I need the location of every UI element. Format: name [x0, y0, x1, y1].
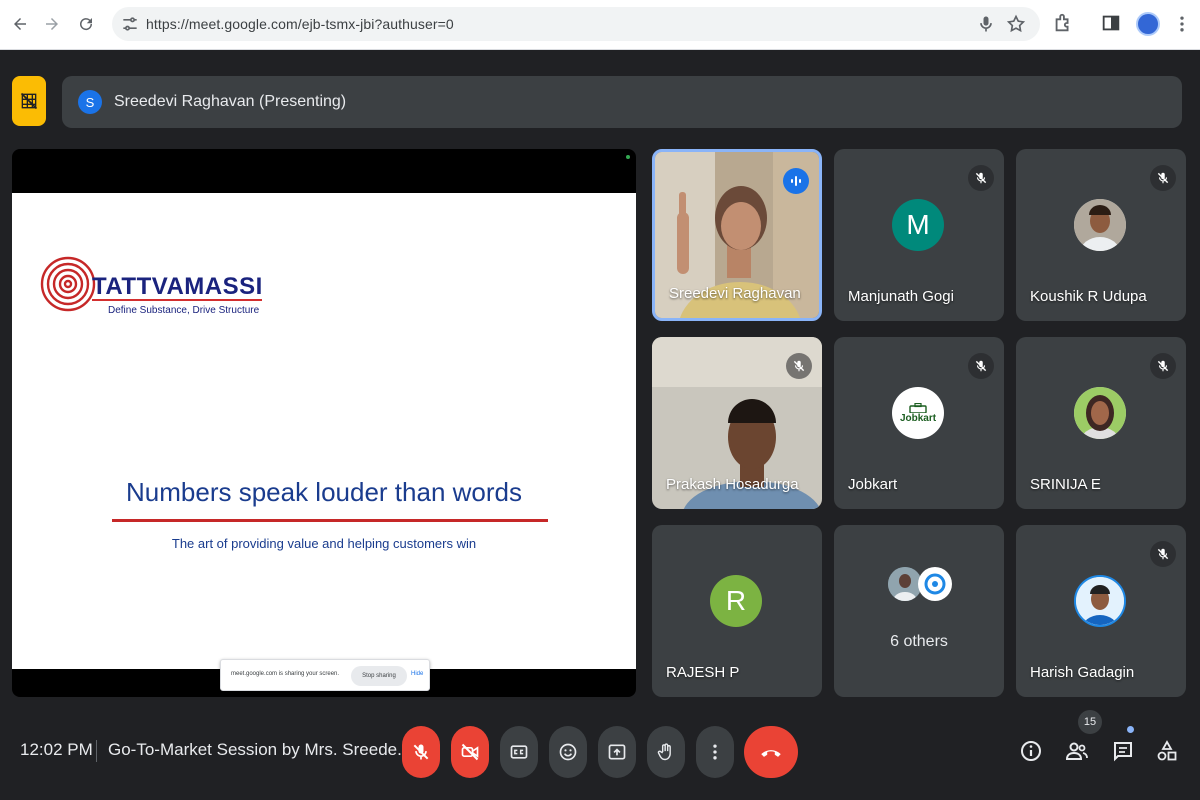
chat-notification-dot [1127, 726, 1134, 733]
avatar [1074, 575, 1126, 627]
captions-icon [510, 745, 528, 759]
side-panel-icon[interactable] [1100, 12, 1124, 36]
participant-name: Jobkart [848, 476, 898, 493]
participant-tile[interactable]: Harish Gadagin [1016, 525, 1186, 697]
extensions-icon[interactable] [1052, 12, 1076, 36]
avatar: R [710, 575, 762, 627]
participant-tile[interactable]: Prakash Hosadurga [652, 337, 822, 509]
mic-off-icon [1150, 165, 1176, 191]
participant-tile[interactable]: M Manjunath Gogi [834, 149, 1004, 321]
jobkart-logo-text: Jobkart [899, 412, 937, 424]
participant-name: Prakash Hosadurga [666, 476, 799, 493]
camera-off-icon [461, 743, 479, 761]
slide-subline: The art of providing value and helping c… [171, 536, 477, 551]
presenter-avatar: S [78, 90, 102, 114]
activities-button[interactable] [1154, 738, 1180, 764]
star-icon[interactable] [1006, 14, 1026, 34]
raise-hand-button[interactable] [647, 726, 685, 778]
divider [96, 740, 97, 762]
mic-icon[interactable] [976, 14, 996, 34]
meeting-controls-bar: 12:02 PM Go-To-Market Session by Mrs. Sr… [0, 710, 1200, 800]
brand-name: TATTVAMASSI [92, 273, 263, 300]
people-icon [1065, 742, 1088, 760]
leave-call-button[interactable] [744, 726, 798, 778]
people-button[interactable] [1064, 738, 1090, 764]
presenting-bar[interactable]: S Sreedevi Raghavan (Presenting) [62, 76, 1182, 128]
mic-off-icon [786, 353, 812, 379]
slide-headline: Numbers speak louder than words [126, 477, 522, 507]
address-bar[interactable]: https://meet.google.com/ejb-tsmx-jbi?aut… [112, 7, 1040, 41]
participant-tile[interactable]: R RAJESH P [652, 525, 822, 697]
reactions-button[interactable] [549, 726, 587, 778]
avatar [1074, 387, 1126, 439]
emoji-icon [559, 743, 577, 761]
mic-off-icon [968, 353, 994, 379]
others-tile[interactable]: 6 others [834, 525, 1004, 697]
chat-button[interactable] [1110, 738, 1136, 764]
brand-tagline: Define Substance, Drive Structure [108, 305, 260, 316]
participant-tile[interactable]: Koushik R Udupa [1016, 149, 1186, 321]
reload-icon[interactable] [72, 10, 100, 38]
screen-share-banner: meet.google.com is sharing your screen. … [220, 659, 430, 691]
share-banner-text: meet.google.com is sharing your screen. [231, 671, 340, 677]
participant-name: Harish Gadagin [1030, 664, 1135, 681]
hand-icon [657, 743, 671, 761]
participant-tile[interactable]: SRINIJA E [1016, 337, 1186, 509]
participant-tile[interactable]: Sreedevi Raghavan [652, 149, 822, 321]
avatar [888, 567, 922, 601]
presentation-slide: TATTVAMASSI Define Substance, Drive Stru… [12, 193, 636, 669]
mic-off-icon [968, 165, 994, 191]
meeting-clock: 12:02 PM [20, 740, 93, 759]
site-settings-icon[interactable] [120, 14, 140, 34]
meeting-title: Go-To-Market Session by Mrs. Sreede... [108, 740, 412, 759]
present-button[interactable] [598, 726, 636, 778]
chat-icon [1114, 742, 1132, 762]
mic-toggle-button[interactable] [402, 726, 440, 778]
participant-name: Manjunath Gogi [848, 288, 954, 305]
meeting-details-button[interactable] [1018, 738, 1044, 764]
browser-toolbar: https://meet.google.com/ejb-tsmx-jbi?aut… [0, 0, 1200, 50]
meet-app: S Sreedevi Raghavan (Presenting) TATTVAM… [0, 54, 1200, 800]
participant-tile[interactable]: Jobkart Jobkart [834, 337, 1004, 509]
presenting-label: Sreedevi Raghavan (Presenting) [114, 93, 347, 110]
captions-button[interactable] [500, 726, 538, 778]
info-icon [1021, 741, 1041, 761]
avatar [918, 567, 952, 601]
shared-screen[interactable]: TATTVAMASSI Define Substance, Drive Stru… [12, 149, 636, 697]
stop-sharing-button[interactable]: Stop sharing [351, 666, 407, 686]
hide-banner-link[interactable]: Hide [411, 671, 423, 677]
participant-name: Koushik R Udupa [1030, 288, 1147, 305]
present-screen-icon [608, 744, 626, 760]
more-vert-icon [713, 744, 717, 760]
avatar [1074, 199, 1126, 251]
spiral-logo-icon [40, 256, 96, 312]
companion-badge[interactable] [12, 76, 46, 126]
avatar: M [892, 199, 944, 251]
participant-name: Sreedevi Raghavan [669, 285, 801, 302]
more-options-button[interactable] [696, 726, 734, 778]
browser-menu-icon[interactable] [1172, 14, 1192, 34]
speaking-indicator-icon [783, 168, 809, 194]
participant-name: RAJESH P [666, 664, 740, 681]
mic-off-icon [413, 744, 429, 760]
profile-avatar[interactable] [1136, 12, 1160, 36]
no-grid-icon [20, 92, 38, 110]
others-label: 6 others [890, 633, 948, 650]
headline-rule [112, 519, 548, 522]
status-dot [626, 155, 630, 159]
mic-off-icon [1150, 353, 1176, 379]
people-count-badge: 15 [1078, 710, 1102, 734]
brand-underline [92, 299, 262, 301]
jobkart-logo-icon: Jobkart [892, 387, 944, 439]
end-call-icon [761, 750, 781, 757]
participant-name: SRINIJA E [1030, 476, 1101, 493]
camera-toggle-button[interactable] [451, 726, 489, 778]
activities-icon [1157, 740, 1177, 761]
mic-off-icon [1150, 541, 1176, 567]
url-text[interactable]: https://meet.google.com/ejb-tsmx-jbi?aut… [146, 16, 454, 32]
forward-icon[interactable] [38, 10, 66, 38]
back-icon[interactable] [6, 10, 34, 38]
